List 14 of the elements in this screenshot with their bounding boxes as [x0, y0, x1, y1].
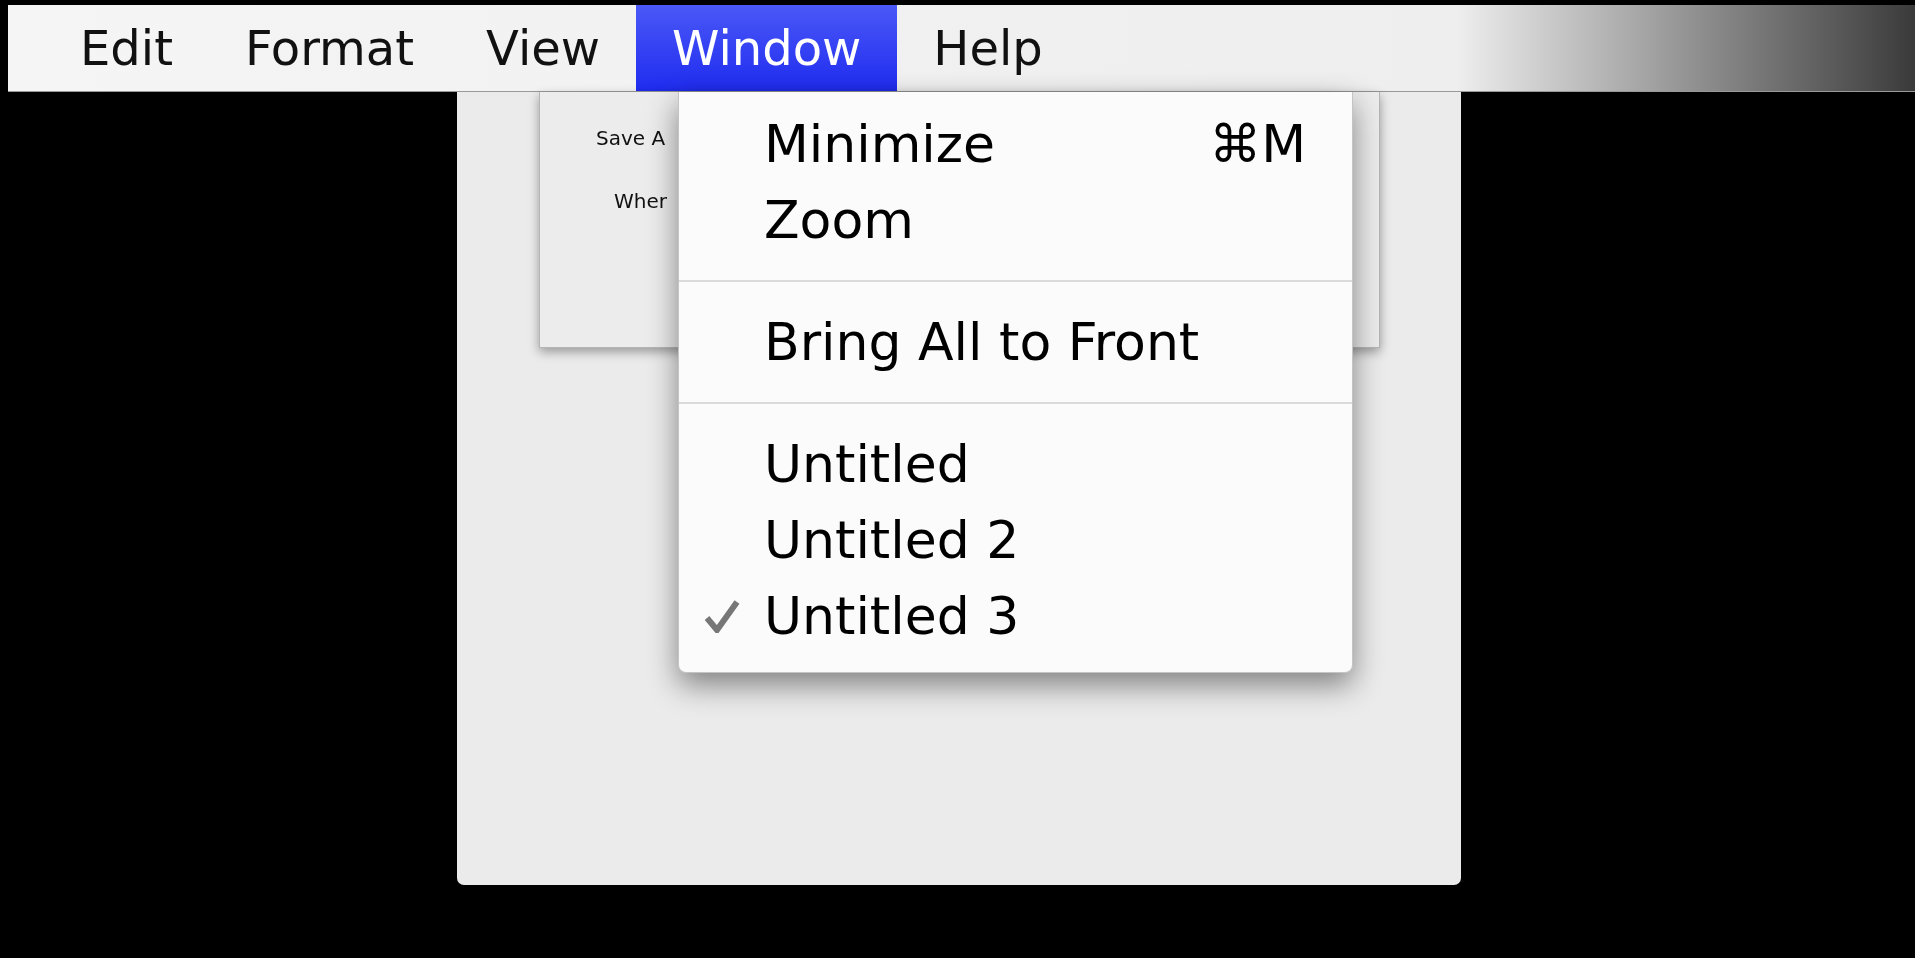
menu-item[interactable]: Zoom: [679, 182, 1352, 258]
menu-item[interactable]: Bring All to Front: [679, 304, 1352, 380]
menu-title[interactable]: Window: [636, 5, 898, 91]
menu-title[interactable]: Format: [208, 5, 451, 91]
menu-title[interactable]: Edit: [44, 5, 209, 91]
shortcut-label: ⌘M: [1209, 113, 1306, 176]
menu-title[interactable]: View: [450, 5, 636, 91]
field-label: Save A: [596, 125, 666, 152]
field-label: Wher: [614, 188, 667, 215]
menu-item[interactable]: Untitled 3: [679, 578, 1352, 654]
menu-item[interactable]: Untitled: [679, 426, 1352, 502]
menu-item[interactable]: Minimize ⌘M: [679, 106, 1352, 182]
menu-title[interactable]: Help: [897, 5, 1079, 91]
menu-item[interactable]: Untitled 2: [679, 502, 1352, 578]
